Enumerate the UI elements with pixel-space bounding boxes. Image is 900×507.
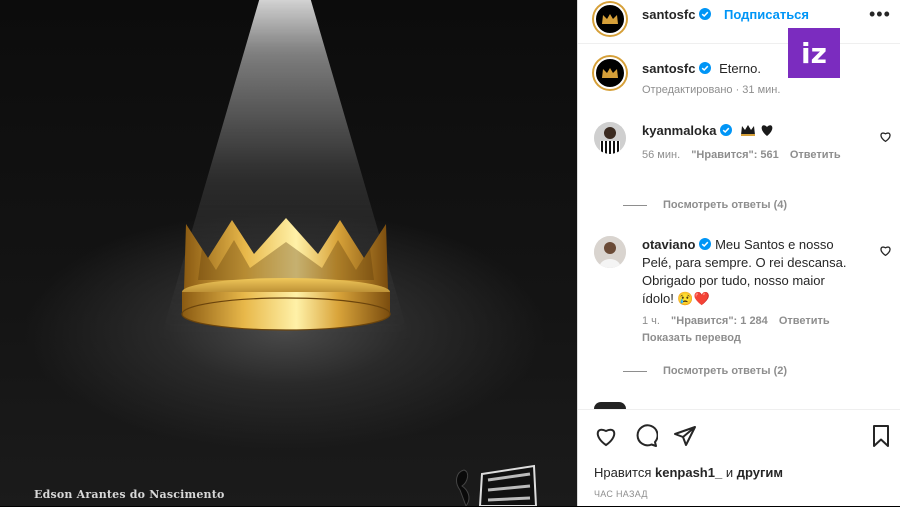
commenter-avatar[interactable] (594, 236, 626, 268)
comment: otaviano Meu Santos e nosso Pelé, para s… (642, 236, 857, 308)
author-username[interactable]: santosfc (642, 7, 712, 22)
reply-button[interactable]: Ответить (790, 149, 841, 161)
comment: kyanmaloka (642, 122, 857, 140)
post-timestamp[interactable]: ЧАС НАЗАД (594, 489, 648, 499)
crown-icon (181, 218, 391, 331)
commenter-avatar[interactable] (594, 122, 626, 154)
crown-avatar-icon (602, 68, 618, 78)
show-translation-button[interactable]: Показать перевод (642, 332, 741, 344)
author-avatar[interactable] (594, 3, 626, 35)
instagram-post-window: Edson Arantes do Nascimento santosfc Под… (0, 0, 900, 506)
author-username-text[interactable]: santosfc (642, 7, 695, 22)
izvestia-watermark-logo: iz (788, 28, 840, 78)
verified-badge-icon (699, 62, 712, 74)
post-caption: santosfc Eterno. (642, 61, 761, 76)
post-image[interactable]: Edson Arantes do Nascimento (0, 0, 577, 506)
reply-button[interactable]: Ответить (779, 315, 830, 327)
comment-like-icon[interactable] (879, 130, 892, 143)
comment-time[interactable]: 56 мин. (642, 149, 680, 161)
caption-author-avatar[interactable] (594, 57, 626, 89)
share-paper-plane-icon[interactable] (673, 424, 697, 448)
comment-username[interactable]: kyanmaloka (642, 123, 716, 138)
comment-likes[interactable]: "Нравится": 561 (691, 149, 779, 161)
image-caption: Edson Arantes do Nascimento (34, 488, 225, 501)
comment-meta: 1 ч. "Нравится": 1 284 Ответить (642, 315, 838, 327)
player-photo-icon (594, 122, 626, 154)
comment-like-icon[interactable] (879, 244, 892, 257)
crown-emoji-icon (741, 125, 756, 136)
likes-summary: Нравится kenpash1_ и другим (594, 465, 783, 480)
follow-button[interactable]: Подписаться (724, 7, 809, 22)
crown-avatar-icon (602, 14, 618, 24)
more-options-icon[interactable]: ••• (869, 4, 891, 25)
post-side-panel: santosfc Подписаться ••• iz santosfc Ete… (577, 0, 900, 506)
santos-crest-icon (456, 464, 538, 506)
comment-time[interactable]: 1 ч. (642, 315, 660, 327)
like-heart-icon[interactable] (594, 424, 618, 448)
likes-and: и (725, 465, 734, 480)
likes-prefix: Нравится (594, 465, 652, 480)
verified-badge-icon (699, 8, 712, 20)
black-heart-icon (761, 125, 773, 136)
comment-username[interactable]: otaviano (642, 237, 695, 252)
verified-badge-icon (720, 124, 733, 136)
view-replies-button[interactable]: Посмотреть ответы (4) (623, 199, 787, 211)
view-replies-button[interactable]: Посмотреть ответы (2) (623, 365, 787, 377)
likes-user-link[interactable]: kenpash1_ (655, 465, 722, 480)
comment-bubble-icon[interactable] (634, 424, 658, 448)
verified-badge-icon (699, 238, 712, 250)
likes-others-link[interactable]: другим (737, 465, 783, 480)
caption-username[interactable]: santosfc (642, 61, 695, 76)
post-actions: Нравится kenpash1_ и другим ЧАС НАЗАД (578, 409, 900, 507)
caption-text: Eterno. (719, 61, 762, 76)
comment-meta: 56 мин. "Нравится": 561 Ответить (642, 149, 849, 161)
caption-meta: Отредактировано · 31 мин. (642, 84, 781, 96)
user-photo-icon (594, 236, 626, 268)
next-commenter-avatar (594, 402, 626, 409)
save-bookmark-icon[interactable] (869, 424, 893, 448)
post-header: santosfc Подписаться ••• (578, 0, 900, 44)
comment-likes[interactable]: "Нравится": 1 284 (671, 315, 768, 327)
